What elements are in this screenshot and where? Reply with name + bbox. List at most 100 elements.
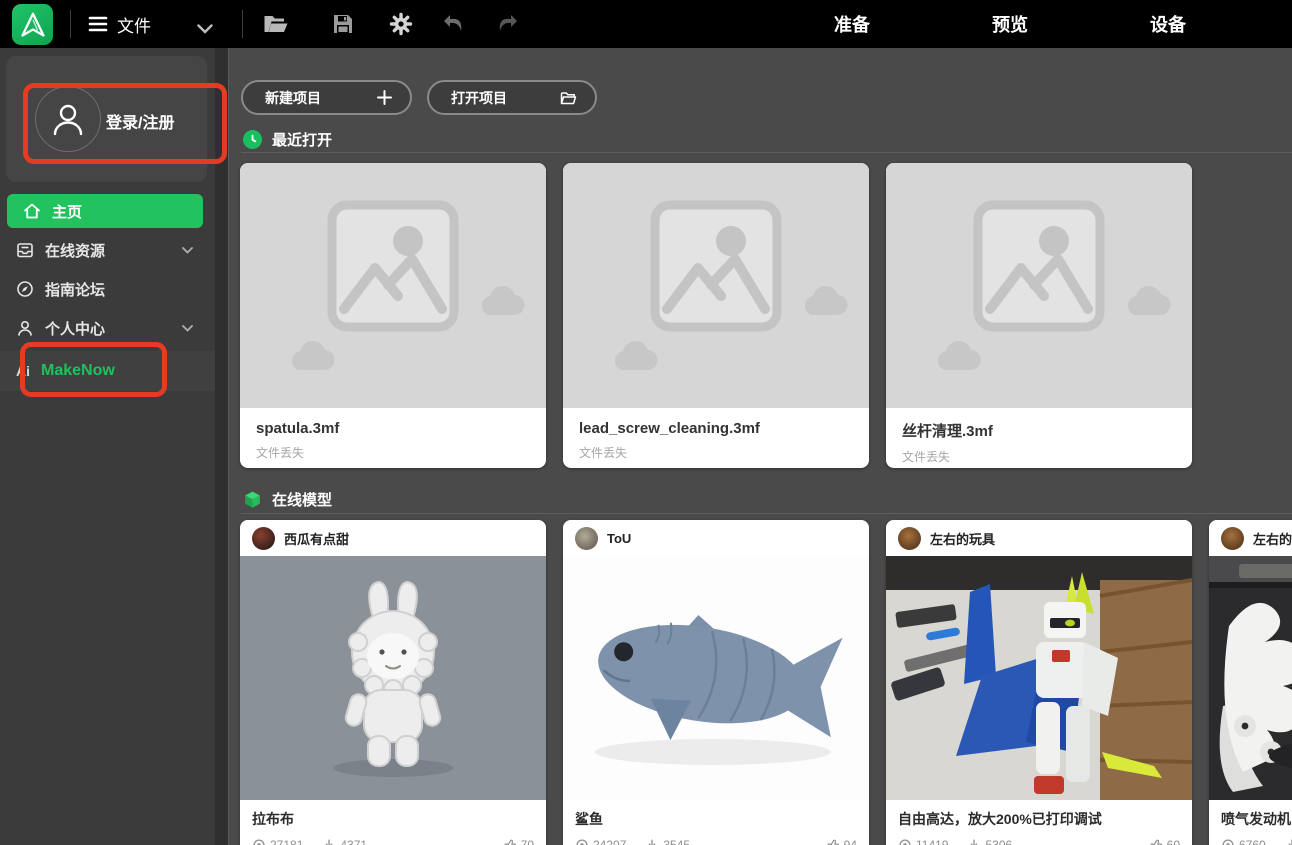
model-stats: 11419 5306 60 bbox=[898, 838, 1180, 845]
thumbnail-placeholder bbox=[886, 163, 1192, 408]
app-logo-icon[interactable] bbox=[12, 4, 53, 45]
plus-icon bbox=[377, 90, 392, 105]
divider bbox=[241, 513, 1292, 514]
model-card[interactable]: 左右的玩具 bbox=[886, 520, 1192, 845]
model-image-labubu bbox=[240, 556, 546, 800]
recent-file-status: 文件丢失 bbox=[256, 444, 530, 461]
sidebar-item-label: 主页 bbox=[52, 201, 82, 222]
file-menu-label: 文件 bbox=[117, 12, 151, 37]
person-icon bbox=[16, 319, 34, 337]
downloads-count: 4371 bbox=[340, 838, 367, 845]
model-stats: 6760 531 bbox=[1221, 838, 1292, 845]
model-card[interactable]: 左右的玩具 喷气发动 bbox=[1209, 520, 1292, 845]
avatar bbox=[35, 86, 101, 152]
thumbnail-placeholder bbox=[240, 163, 546, 408]
sidebar-item-label: 指南论坛 bbox=[45, 279, 105, 300]
cube-icon bbox=[243, 490, 262, 509]
model-card[interactable]: 西瓜有点甜 bbox=[240, 520, 546, 845]
likes-count: 94 bbox=[844, 838, 857, 845]
tab-preview[interactable]: 预览 bbox=[983, 0, 1037, 48]
recent-file-card[interactable]: lead_screw_cleaning.3mf 文件丢失 bbox=[563, 163, 869, 468]
recent-file-card[interactable]: 丝杆清理.3mf 文件丢失 bbox=[886, 163, 1192, 468]
sidebar-item-online-resources[interactable]: 在线资源 bbox=[0, 232, 215, 268]
creator-name: ToU bbox=[607, 531, 631, 546]
main-content: 新建项目 打开项目 最近打开 spatula.3mf bbox=[229, 48, 1292, 845]
new-project-button[interactable]: 新建项目 bbox=[241, 80, 412, 115]
downloads-count: 5306 bbox=[985, 838, 1012, 845]
sidebar: 登录/注册 主页 在线资源 指南论坛 bbox=[0, 48, 215, 845]
views-count: 11419 bbox=[916, 838, 948, 845]
model-stats: 24207 3545 94 bbox=[575, 838, 857, 845]
likes-count: 70 bbox=[521, 838, 534, 845]
creator-name: 左右的玩具 bbox=[930, 529, 995, 548]
model-image-jet-engine bbox=[1209, 556, 1292, 800]
folder-open-icon bbox=[560, 91, 577, 105]
chevron-down-icon[interactable] bbox=[192, 16, 218, 42]
chevron-down-icon[interactable] bbox=[182, 325, 193, 332]
views-count: 6760 bbox=[1239, 838, 1266, 845]
recent-file-name: spatula.3mf bbox=[256, 420, 530, 437]
recent-file-status: 文件丢失 bbox=[902, 448, 1176, 465]
model-title: 鲨鱼 bbox=[575, 809, 857, 829]
thumbnail-placeholder bbox=[563, 163, 869, 408]
recent-file-card[interactable]: spatula.3mf 文件丢失 bbox=[240, 163, 546, 468]
likes-count: 60 bbox=[1167, 838, 1180, 845]
sidebar-item-personal-center[interactable]: 个人中心 bbox=[0, 310, 215, 346]
model-image-gundam bbox=[886, 556, 1192, 800]
new-project-label: 新建项目 bbox=[265, 88, 321, 108]
views-count: 24207 bbox=[593, 838, 626, 845]
divider bbox=[70, 10, 71, 38]
sidebar-divider bbox=[215, 48, 229, 845]
save-icon[interactable] bbox=[330, 11, 356, 37]
model-title: 喷气发动机 bbox=[1221, 809, 1292, 829]
creator-name: 左右的玩具 bbox=[1253, 529, 1292, 548]
open-project-label: 打开项目 bbox=[451, 88, 507, 108]
app-window: 文件 准备 预览 设备 登录/注册 bbox=[0, 0, 1292, 845]
model-image-shark bbox=[563, 556, 869, 800]
chevron-down-icon[interactable] bbox=[182, 247, 193, 254]
open-folder-icon[interactable] bbox=[263, 11, 289, 37]
sidebar-item-label: 个人中心 bbox=[45, 318, 105, 339]
inbox-icon bbox=[16, 241, 34, 259]
sidebar-item-label: MakeNow bbox=[41, 362, 115, 380]
recent-file-name: 丝杆清理.3mf bbox=[902, 420, 1176, 441]
tab-prepare-label: 准备 bbox=[834, 11, 870, 37]
recent-section-header: 最近打开 bbox=[243, 129, 332, 150]
tab-device[interactable]: 设备 bbox=[1141, 0, 1195, 48]
creator-avatar bbox=[1221, 527, 1244, 550]
divider bbox=[242, 10, 243, 38]
login-register-label: 登录/注册 bbox=[106, 109, 174, 133]
compass-icon bbox=[16, 280, 34, 298]
divider bbox=[241, 152, 1292, 153]
sidebar-item-guide-forum[interactable]: 指南论坛 bbox=[0, 271, 215, 307]
tab-device-label: 设备 bbox=[1150, 11, 1186, 37]
ai-icon: Ai bbox=[16, 363, 30, 379]
gear-icon[interactable] bbox=[388, 11, 414, 37]
creator-avatar bbox=[575, 527, 598, 550]
model-title: 自由高达，放大200%已打印调试 bbox=[898, 809, 1180, 829]
undo-icon[interactable] bbox=[441, 11, 467, 37]
login-register-button[interactable]: 登录/注册 bbox=[6, 56, 207, 182]
downloads-count: 3545 bbox=[663, 838, 690, 845]
online-section-title: 在线模型 bbox=[272, 489, 332, 510]
top-bar: 文件 准备 预览 设备 bbox=[0, 0, 1292, 48]
clock-icon bbox=[243, 130, 262, 149]
sidebar-item-makenow[interactable]: Ai MakeNow bbox=[0, 351, 215, 391]
creator-name: 西瓜有点甜 bbox=[284, 529, 349, 548]
file-menu[interactable]: 文件 bbox=[88, 0, 151, 48]
redo-icon[interactable] bbox=[494, 11, 520, 37]
creator-avatar bbox=[252, 527, 275, 550]
recent-section-title: 最近打开 bbox=[272, 129, 332, 150]
online-section-header: 在线模型 bbox=[243, 489, 332, 510]
sidebar-item-home[interactable]: 主页 bbox=[7, 194, 203, 228]
tab-prepare[interactable]: 准备 bbox=[825, 0, 879, 48]
creator-avatar bbox=[898, 527, 921, 550]
home-icon bbox=[23, 202, 41, 220]
recent-file-name: lead_screw_cleaning.3mf bbox=[579, 420, 853, 437]
recent-file-status: 文件丢失 bbox=[579, 444, 853, 461]
open-project-button[interactable]: 打开项目 bbox=[427, 80, 597, 115]
model-card[interactable]: ToU 鲨鱼 242 bbox=[563, 520, 869, 845]
model-stats: 27181 4371 70 bbox=[252, 838, 534, 845]
sidebar-item-label: 在线资源 bbox=[45, 240, 105, 261]
model-title: 拉布布 bbox=[252, 809, 534, 829]
